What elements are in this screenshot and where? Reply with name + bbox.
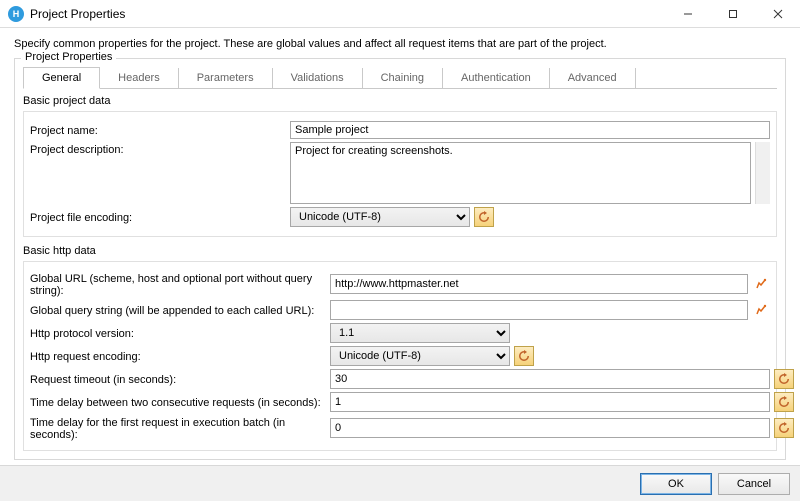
basic-http-legend: Basic http data <box>23 245 777 257</box>
project-name-label: Project name: <box>30 123 290 137</box>
tab-headers[interactable]: Headers <box>100 68 179 88</box>
global-query-input[interactable] <box>330 300 748 320</box>
cancel-button[interactable]: Cancel <box>718 473 790 495</box>
dialog-footer: OK Cancel <box>0 465 800 501</box>
timeout-label: Request timeout (in seconds): <box>30 372 330 386</box>
tab-authentication[interactable]: Authentication <box>443 68 550 88</box>
ok-button[interactable]: OK <box>640 473 712 495</box>
project-encoding-select[interactable]: Unicode (UTF-8) <box>290 207 470 227</box>
global-query-param-button[interactable] <box>752 300 770 320</box>
req-encoding-label: Http request encoding: <box>30 349 330 363</box>
delay-first-label: Time delay for the first request in exec… <box>30 415 330 441</box>
global-url-input[interactable] <box>330 274 748 294</box>
delay-first-input[interactable] <box>330 418 770 438</box>
project-properties-group: Project Properties General Headers Param… <box>14 58 786 460</box>
delay-between-reset-button[interactable] <box>774 392 794 412</box>
basic-http-box: Global URL (scheme, host and optional po… <box>23 261 777 451</box>
project-desc-label: Project description: <box>30 142 290 156</box>
minimize-button[interactable] <box>665 0 710 28</box>
http-version-select[interactable]: 1.1 <box>330 323 510 343</box>
dialog-description: Specify common properties for the projec… <box>14 38 786 50</box>
app-icon: H <box>8 6 24 22</box>
basic-project-legend: Basic project data <box>23 95 777 107</box>
tab-strip: General Headers Parameters Validations C… <box>23 67 777 89</box>
timeout-reset-button[interactable] <box>774 369 794 389</box>
window-title: Project Properties <box>30 7 125 21</box>
tab-validations[interactable]: Validations <box>273 68 363 88</box>
global-url-param-button[interactable] <box>752 274 770 294</box>
tab-chaining[interactable]: Chaining <box>363 68 443 88</box>
timeout-input[interactable] <box>330 369 770 389</box>
http-version-label: Http protocol version: <box>30 326 330 340</box>
project-encoding-reset-button[interactable] <box>474 207 494 227</box>
global-query-label: Global query string (will be appended to… <box>30 303 330 317</box>
project-name-input[interactable] <box>290 121 770 139</box>
tab-advanced[interactable]: Advanced <box>550 68 636 88</box>
textarea-scrollbar[interactable] <box>755 142 770 204</box>
req-encoding-reset-button[interactable] <box>514 346 534 366</box>
tab-parameters[interactable]: Parameters <box>179 68 273 88</box>
title-bar: H Project Properties <box>0 0 800 28</box>
delay-first-reset-button[interactable] <box>774 418 794 438</box>
maximize-button[interactable] <box>710 0 755 28</box>
group-legend: Project Properties <box>21 51 116 63</box>
tab-general[interactable]: General <box>23 67 100 89</box>
close-button[interactable] <box>755 0 800 28</box>
delay-between-label: Time delay between two consecutive reque… <box>30 395 330 409</box>
delay-between-input[interactable] <box>330 392 770 412</box>
req-encoding-select[interactable]: Unicode (UTF-8) <box>330 346 510 366</box>
project-desc-textarea[interactable]: Project for creating screenshots. <box>290 142 751 204</box>
global-url-label: Global URL (scheme, host and optional po… <box>30 271 330 297</box>
basic-project-box: Project name: Project description: Proje… <box>23 111 777 237</box>
project-encoding-label: Project file encoding: <box>30 210 290 224</box>
